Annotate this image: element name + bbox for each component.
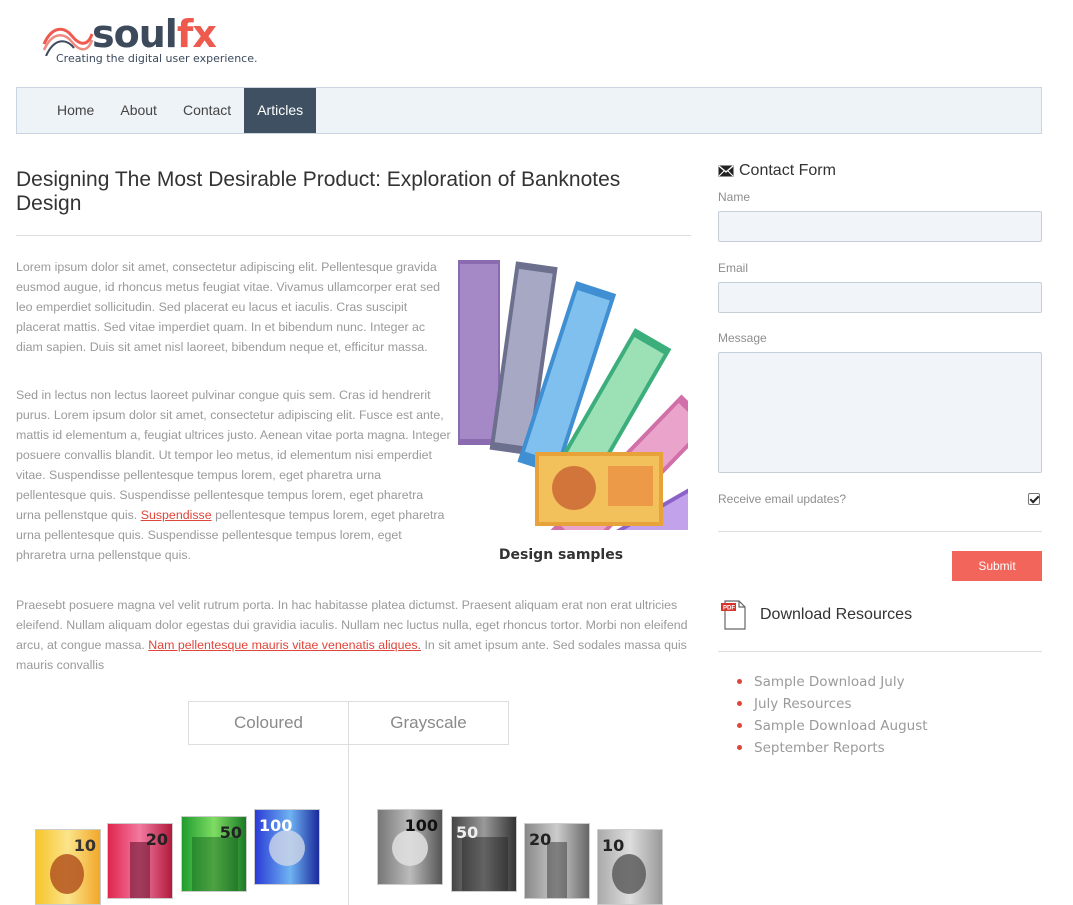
contact-form-title: Contact Form (739, 162, 836, 179)
coloured-note-100: 100 (254, 809, 320, 885)
form-divider (718, 531, 1042, 532)
download-item[interactable]: September Reports (734, 737, 928, 759)
email-updates-label: Receive email updates? (718, 492, 847, 506)
figure-caption: Design samples (498, 547, 624, 563)
download-resources-heading: PDF Download Resources (720, 600, 912, 630)
contact-form-heading: Contact Form (718, 160, 1042, 182)
logo-waves-icon (42, 27, 94, 56)
submit-button[interactable]: Submit (952, 551, 1042, 581)
download-item[interactable]: Sample Download July (734, 671, 928, 693)
envelope-icon (718, 165, 734, 177)
pdf-file-icon: PDF (721, 600, 746, 630)
message-label: Message (718, 331, 767, 345)
site-logo[interactable]: soulfx Creating the digital user experie… (42, 12, 257, 72)
coloured-note-50: 50 (181, 816, 247, 892)
inline-link-suspendisse[interactable]: Suspendisse (141, 508, 212, 522)
logo-wordmark: soulfx (92, 12, 217, 56)
banknotes-fan-image (458, 260, 688, 530)
svg-text:PDF: PDF (723, 606, 735, 612)
nav-item-articles[interactable]: Articles (244, 88, 317, 133)
grayscale-note-50: 50 (451, 816, 517, 892)
article-title: Designing The Most Desirable Product: Ex… (16, 168, 621, 215)
inline-link-nam-pellentesque[interactable]: Nam pellentesque mauris vitae venenatis … (148, 638, 421, 652)
article-paragraph-1: Lorem ipsum dolor sit amet, consectetur … (16, 260, 441, 354)
logo-tagline: Creating the digital user experience. (56, 52, 258, 65)
email-updates-checkbox[interactable] (1028, 493, 1040, 505)
coloured-note-10: 10 (35, 829, 101, 905)
name-label: Name (718, 190, 751, 204)
nav-item-contact[interactable]: Contact (170, 88, 244, 133)
article-paragraph-3: Praesebt posuere magna vel velit rutrum … (16, 598, 688, 672)
comparison-grayscale-label: Grayscale (390, 713, 467, 732)
coloured-note-20: 20 (107, 823, 173, 899)
nav-item-about[interactable]: About (107, 88, 170, 133)
article: Designing The Most Desirable Product: Ex… (16, 168, 691, 672)
sidebar: Contact Form Name Email Message Receive … (718, 160, 1042, 756)
email-field[interactable] (718, 282, 1042, 313)
email-updates-row: Receive email updates? (718, 492, 1042, 506)
downloads-divider (718, 651, 1042, 652)
article-paragraph-2: Sed in lectus non lectus laoreet pulvina… (16, 388, 451, 562)
title-divider (16, 235, 691, 236)
download-item[interactable]: July Resources (734, 693, 928, 715)
main-nav: Home About Contact Articles (16, 87, 1042, 134)
email-label: Email (718, 261, 749, 275)
message-field[interactable] (718, 352, 1042, 473)
grayscale-note-20: 20 (524, 823, 590, 899)
comparison-divider (348, 745, 349, 905)
grayscale-note-100: 100 (377, 809, 443, 885)
download-resources-title: Download Resources (760, 606, 913, 623)
download-list: Sample Download July July Resources Samp… (734, 671, 928, 759)
comparison-coloured-label: Coloured (189, 702, 349, 744)
name-field[interactable] (718, 211, 1042, 242)
grayscale-note-10: 10 (597, 829, 663, 905)
nav-item-home[interactable]: Home (44, 88, 107, 133)
comparison-header: Coloured Grayscale (188, 701, 509, 745)
download-item[interactable]: Sample Download August (734, 715, 928, 737)
